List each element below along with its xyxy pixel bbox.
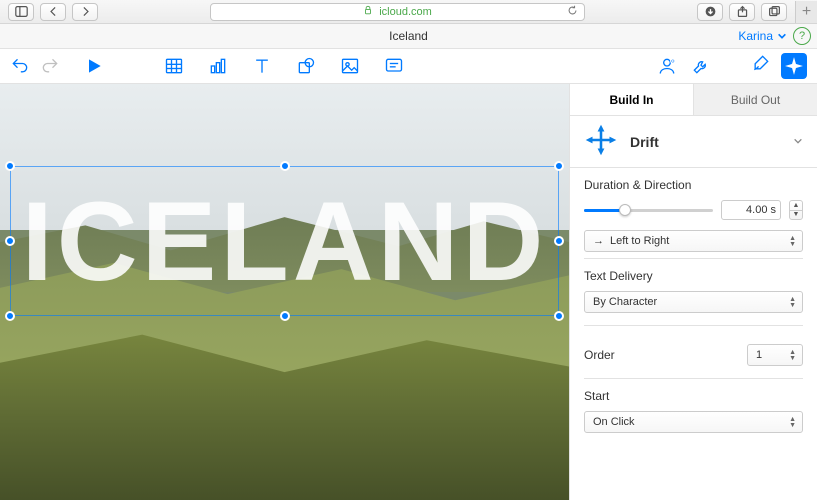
document-title: Iceland [389,24,428,49]
browser-chrome: icloud.com + [0,0,817,24]
help-button[interactable]: ? [793,27,811,45]
sidebar-toggle-button[interactable] [8,3,34,21]
effect-selector[interactable]: Drift [570,116,817,168]
build-tabs: Build In Build Out [570,84,817,116]
comment-button[interactable] [384,56,404,76]
delivery-value: By Character [593,296,657,308]
resize-handle-bl[interactable] [5,311,15,321]
direction-select[interactable]: → Left to Right ▲▼ [584,230,803,252]
tab-build-in[interactable]: Build In [570,84,694,115]
format-brush-button[interactable] [751,53,771,73]
nav-forward-button[interactable] [72,3,98,21]
title-bar: Iceland Karina ? [0,24,817,49]
title-text[interactable]: ICELAND [11,167,558,317]
label-duration-direction: Duration & Direction [584,178,803,192]
updown-icon: ▲▼ [789,236,796,247]
resize-handle-ml[interactable] [5,236,15,246]
section-text-delivery: Text Delivery By Character ▲▼ [570,259,817,326]
resize-handle-bm[interactable] [280,311,290,321]
downloads-button[interactable] [697,3,723,21]
user-menu[interactable]: Karina [738,29,787,43]
chevron-down-icon [777,31,787,41]
image-button[interactable] [340,56,360,76]
redo-button[interactable] [40,56,60,76]
table-button[interactable] [164,56,184,76]
duration-slider[interactable] [584,202,713,218]
label-order: Order [584,348,615,362]
animate-button[interactable] [781,53,807,79]
resize-handle-tl[interactable] [5,161,15,171]
updown-icon: ▲▼ [789,297,796,308]
updown-icon: ▲▼ [789,350,796,361]
collaborate-button[interactable] [657,56,677,76]
selected-text-box[interactable]: ICELAND [10,166,559,316]
start-value: On Click [593,416,635,428]
start-select[interactable]: On Click ▲▼ [584,411,803,433]
reload-icon[interactable] [567,5,578,19]
tabs-button[interactable] [761,3,787,21]
direction-value: Left to Right [610,235,669,247]
shape-button[interactable] [296,56,316,76]
new-tab-button[interactable]: + [795,1,817,23]
workspace: ICELAND Build In Build Out [0,84,817,500]
inspector-panel: Build In Build Out Drift Duration & Dire [569,84,817,500]
user-name: Karina [738,29,773,43]
order-value: 1 [756,349,762,361]
duration-field[interactable]: 4.00 s [721,200,781,220]
chevron-down-icon [793,135,803,149]
slide-canvas[interactable]: ICELAND [0,84,569,500]
tab-build-out[interactable]: Build Out [694,84,817,115]
resize-handle-tr[interactable] [554,161,564,171]
slider-thumb[interactable] [619,204,631,216]
label-start: Start [584,389,803,403]
resize-handle-mr[interactable] [554,236,564,246]
text-button[interactable] [252,56,272,76]
label-text-delivery: Text Delivery [584,269,803,283]
section-start: Start On Click ▲▼ [570,379,817,433]
arrow-right-icon: → [593,235,604,247]
drift-icon [584,123,618,160]
url-bar[interactable]: icloud.com [210,3,585,21]
url-host: icloud.com [379,6,432,18]
section-order: Order 1 ▲▼ [570,326,817,379]
resize-handle-br[interactable] [554,311,564,321]
lock-icon [363,5,373,18]
order-select[interactable]: 1 ▲▼ [747,344,803,366]
section-duration-direction: Duration & Direction 4.00 s ▲▼ → Left to… [570,168,817,259]
play-button[interactable] [84,56,104,76]
delivery-select[interactable]: By Character ▲▼ [584,291,803,313]
tools-button[interactable] [691,56,711,76]
app-toolbar [0,49,817,84]
nav-back-button[interactable] [40,3,66,21]
effect-name: Drift [630,134,659,150]
undo-button[interactable] [10,56,30,76]
resize-handle-tm[interactable] [280,161,290,171]
chart-button[interactable] [208,56,228,76]
updown-icon: ▲▼ [789,417,796,428]
share-button[interactable] [729,3,755,21]
duration-stepper[interactable]: ▲▼ [789,200,803,220]
